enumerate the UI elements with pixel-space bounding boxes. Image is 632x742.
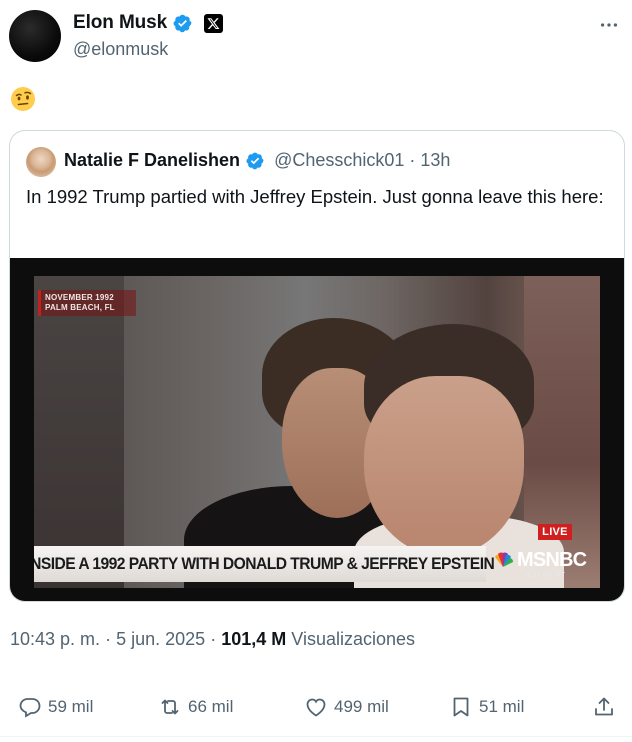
x-affiliate-icon[interactable]	[204, 13, 224, 33]
quoted-author-name[interactable]: Natalie F Danelishen	[64, 150, 240, 171]
author-handle[interactable]: @elonmusk	[73, 39, 168, 60]
views-label[interactable]: Visualizaciones	[291, 629, 415, 649]
tweet-meta: 10:43 p. m. · 5 jun. 2025 · 101,4 M Visu…	[10, 629, 415, 650]
live-badge: LIVE	[538, 524, 572, 540]
like-button[interactable]: 499 mil	[304, 690, 389, 724]
quoted-tweet[interactable]: Natalie F Danelishen @Chesschick01 · 13h…	[9, 130, 625, 602]
video-chyron-text: INSIDE A 1992 PARTY WITH DONALD TRUMP & …	[34, 554, 495, 573]
video-frame: NOVEMBER 1992 PALM BEACH, FL LIVE INSIDE…	[34, 276, 600, 588]
quoted-timestamp[interactable]: 13h	[420, 150, 450, 171]
author-avatar[interactable]	[9, 10, 61, 62]
like-count: 499 mil	[334, 697, 389, 716]
divider	[0, 736, 632, 737]
repost-button[interactable]: 66 mil	[158, 690, 233, 724]
author-name-row: Elon Musk	[73, 12, 224, 34]
bookmark-icon	[453, 697, 469, 717]
quoted-author-handle[interactable]: @Chesschick01	[274, 150, 404, 171]
reply-button[interactable]: 59 mil	[18, 690, 93, 724]
quoted-text: In 1992 Trump partied with Jeffrey Epste…	[26, 186, 604, 207]
views-count[interactable]: 101,4 M	[221, 629, 286, 649]
separator-dot: ·	[409, 150, 416, 170]
share-icon	[595, 697, 613, 716]
raised-eyebrow-emoji	[10, 86, 36, 112]
repost-count: 66 mil	[188, 697, 234, 716]
share-button[interactable]	[592, 690, 616, 724]
verified-badge-icon[interactable]	[172, 13, 193, 34]
action-bar: 59 mil 66 mil 499 mil 51 mil	[0, 690, 632, 724]
network-logo: MSNBC	[492, 546, 594, 574]
quoted-header: Natalie F Danelishen @Chesschick01 · 13h	[64, 150, 450, 171]
verified-badge-icon	[246, 152, 264, 169]
bookmark-count: 51 mil	[479, 697, 525, 716]
heart-icon	[306, 698, 326, 717]
video-date-line2: PALM BEACH, FL	[45, 303, 115, 312]
repost-icon	[161, 699, 179, 715]
tweet-time[interactable]: 10:43 p. m.	[10, 629, 100, 649]
peacock-icon	[495, 552, 514, 567]
author-name[interactable]: Elon Musk	[73, 12, 167, 34]
more-options-icon[interactable]	[596, 12, 622, 38]
bookmark-button[interactable]: 51 mil	[449, 690, 524, 724]
quoted-video[interactable]: NOVEMBER 1992 PALM BEACH, FL LIVE INSIDE…	[10, 258, 624, 601]
separator-dot: ·	[210, 629, 217, 649]
video-chyron: INSIDE A 1992 PARTY WITH DONALD TRUMP & …	[34, 546, 495, 582]
video-date-line1: NOVEMBER 1992	[45, 293, 114, 302]
reply-icon	[19, 698, 41, 718]
reply-count: 59 mil	[48, 697, 94, 716]
network-time: 4:57 AM MT	[526, 572, 565, 579]
tweet-date[interactable]: 5 jun. 2025	[116, 629, 205, 649]
quoted-author-avatar[interactable]	[26, 147, 56, 177]
network-name: MSNBC	[517, 548, 587, 571]
video-date-tag: NOVEMBER 1992 PALM BEACH, FL	[38, 290, 136, 316]
separator-dot: ·	[105, 629, 112, 649]
